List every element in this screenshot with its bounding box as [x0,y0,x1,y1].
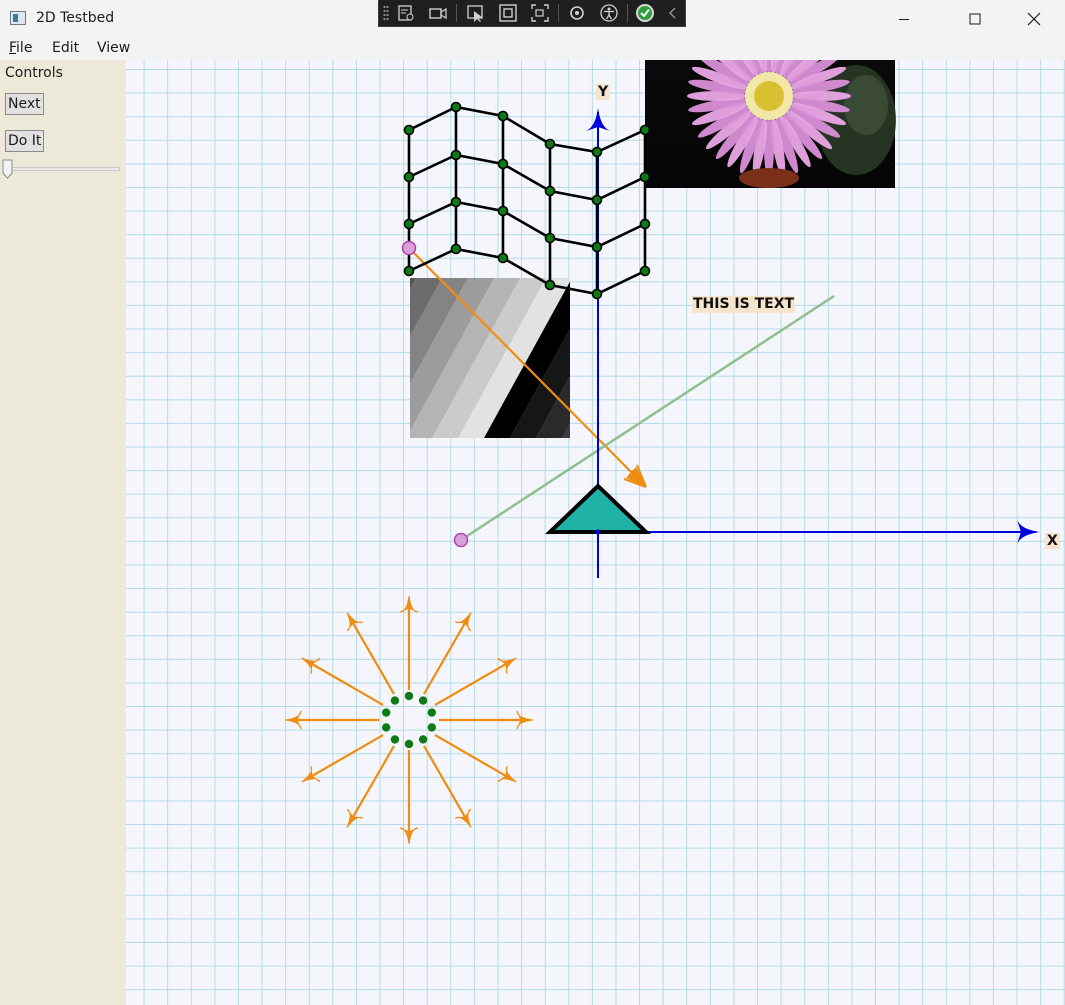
mesh-vertex[interactable] [639,124,651,136]
mesh-vertex[interactable] [639,265,651,277]
mesh-vertex[interactable] [544,138,556,150]
accessibility-icon[interactable] [599,3,619,23]
mesh-vertex[interactable] [591,194,603,206]
mesh-vertex[interactable] [403,171,415,183]
close-button[interactable] [1011,0,1057,38]
controls-label: Controls [5,65,63,81]
mesh-vertex[interactable] [544,185,556,197]
x-axis [598,520,1040,544]
canvas-text-label: THIS IS TEXT [692,296,796,313]
striped-image [410,278,570,438]
y-axis-label: Y [596,84,611,100]
star-vertex [418,696,428,705]
drag-handle-top[interactable] [401,240,417,256]
maximize-icon [969,13,981,25]
select-element-icon[interactable] [466,3,486,23]
display-layout-adorner-icon[interactable] [498,3,518,23]
toolbar-grip-icon[interactable] [383,5,389,21]
mesh-vertex[interactable] [403,218,415,230]
mesh-vertex[interactable] [450,101,462,113]
binding-check-icon[interactable] [635,3,655,23]
star-vertex [418,735,428,744]
hot-reload-icon[interactable] [567,3,587,23]
warped-grid-mesh[interactable] [403,101,651,300]
mesh-vertex[interactable] [591,288,603,300]
record-icon[interactable] [428,3,448,23]
slider-thumb[interactable] [2,159,13,179]
mesh-vertex[interactable] [450,196,462,208]
collapse-chevron-icon[interactable] [666,3,680,23]
radial-arrows [284,595,534,845]
mesh-vertex[interactable] [497,205,509,217]
track-focus-icon[interactable] [530,3,550,23]
star-vertex [404,691,414,701]
flower-image [645,60,896,188]
menu-edit[interactable]: Edit [52,40,79,56]
teal-triangle[interactable] [545,483,651,534]
mesh-vertex[interactable] [450,243,462,255]
do-it-button[interactable]: Do It [5,130,45,152]
star-vertex [381,723,391,732]
menu-view[interactable]: View [97,40,130,56]
star-vertex [427,723,437,732]
mesh-vertex[interactable] [544,279,556,291]
menu-edit-label: Edit [52,40,80,56]
drag-handle-bottom[interactable] [453,532,469,548]
star-vertex [381,708,391,717]
slider-track[interactable] [4,167,120,171]
mesh-vertex[interactable] [639,171,651,183]
mesh-vertex[interactable] [544,232,556,244]
next-button[interactable]: Next [5,93,44,115]
star-vertex [404,739,414,749]
close-icon [1027,12,1041,26]
x-axis-label: X [1045,533,1060,549]
origin-point [595,529,601,535]
menu-file[interactable]: File [9,40,32,56]
maximize-button[interactable] [952,0,998,38]
menu-view-label: View [97,40,131,56]
star-vertex [390,696,400,705]
minimize-button[interactable] [881,0,927,38]
mesh-vertex[interactable] [497,158,509,170]
star-vertex [427,708,437,717]
window-title: 2D Testbed [36,10,115,26]
app-window-icon [10,11,26,25]
debug-toolbar [378,0,686,27]
mesh-vertex[interactable] [497,252,509,264]
menu-bar: File Edit View [0,38,1065,60]
mesh-vertex[interactable] [639,218,651,230]
mesh-vertex[interactable] [497,110,509,122]
drawing-canvas[interactable]: Y X THIS IS TEXT [126,60,1065,1005]
mesh-vertex[interactable] [403,265,415,277]
minimize-icon [899,19,909,20]
menu-file-label: File [9,40,33,56]
mesh-vertex[interactable] [450,149,462,161]
visual-tree-icon[interactable] [396,3,416,23]
controls-panel: Controls Next Do It [0,60,126,1005]
mesh-vertex[interactable] [591,241,603,253]
mesh-vertex[interactable] [403,124,415,136]
title-bar: 2D Testbed [0,0,1065,38]
star-vertex [390,735,400,744]
mesh-vertex[interactable] [591,146,603,158]
